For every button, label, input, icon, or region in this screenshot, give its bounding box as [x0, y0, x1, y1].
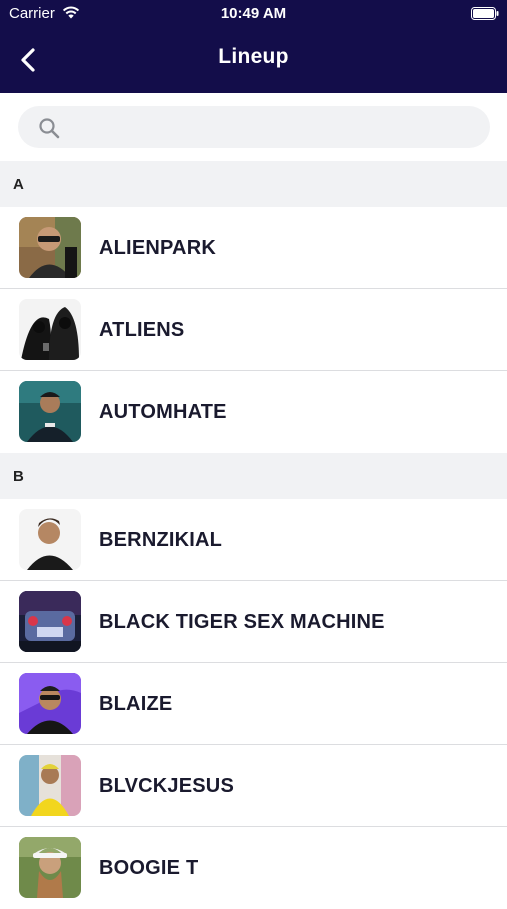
artist-name: ALIENPARK: [99, 237, 216, 259]
list-item[interactable]: ALIENPARK: [0, 207, 507, 289]
list-item[interactable]: BERNZIKIAL: [0, 499, 507, 581]
artist-avatar: [19, 299, 81, 360]
lineup-list: A ALIENPARK ATLIENS AUTOMHATE B BERNZIKI…: [0, 161, 507, 909]
artist-name: ATLIENS: [99, 319, 185, 341]
artist-name: BOOGIE T: [99, 857, 199, 879]
list-item[interactable]: ATLIENS: [0, 289, 507, 371]
artist-name: AUTOMHATE: [99, 401, 227, 423]
status-time: 10:49 AM: [220, 5, 287, 22]
section-header-b: B: [0, 453, 507, 499]
artist-avatar: [19, 755, 81, 816]
status-bar: Carrier 10:49 AM: [0, 0, 507, 28]
section-letter: A: [13, 176, 24, 193]
section-letter: B: [13, 468, 24, 485]
list-item[interactable]: BLACK TIGER SEX MACHINE: [0, 581, 507, 663]
artist-name: BLVCKJESUS: [99, 775, 234, 797]
artist-avatar: [19, 509, 81, 570]
artist-avatar: [19, 837, 81, 898]
search-field[interactable]: [18, 106, 490, 150]
artist-avatar: [19, 381, 81, 442]
artist-name: BLACK TIGER SEX MACHINE: [99, 611, 385, 633]
list-item[interactable]: BLVCKJESUS: [0, 745, 507, 827]
search-input[interactable]: [68, 106, 482, 150]
nav-header: Carrier 10:49 AM Lineup: [0, 0, 507, 93]
list-item[interactable]: AUTOMHATE: [0, 371, 507, 453]
list-item[interactable]: BOOGIE T: [0, 827, 507, 909]
artist-avatar: [19, 591, 81, 652]
artist-avatar: [19, 217, 81, 278]
list-item[interactable]: BLAIZE: [0, 663, 507, 745]
artist-name: BERNZIKIAL: [99, 529, 223, 551]
artist-name: BLAIZE: [99, 693, 173, 715]
artist-avatar: [19, 673, 81, 734]
section-header-a: A: [0, 161, 507, 207]
search-icon: [39, 118, 60, 139]
search-bar: [0, 93, 507, 161]
battery-icon: [471, 7, 499, 20]
page-title: Lineup: [218, 45, 289, 68]
